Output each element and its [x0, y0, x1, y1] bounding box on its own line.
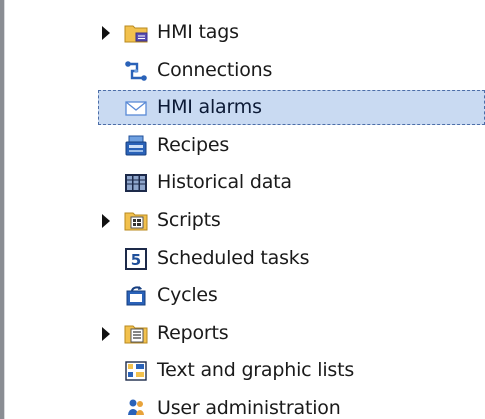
- tree-item-hmi-alarms[interactable]: HMI alarms: [0, 89, 485, 127]
- envelope-icon: [123, 96, 149, 120]
- tree-item-label: Recipes: [157, 133, 230, 156]
- recipes-icon: [123, 134, 149, 158]
- tree-item-label: HMI tags: [157, 21, 239, 43]
- hmi-tags-folder-icon: [123, 21, 149, 45]
- connections-icon: [123, 59, 149, 83]
- project-tree-panel: HMI tags Connections HMI alarms Recipes …: [0, 0, 485, 419]
- tree-item-label: Reports: [157, 321, 229, 344]
- tree-item-user-administration[interactable]: User administration: [0, 390, 485, 419]
- tree-item-label: Scheduled tasks: [157, 246, 310, 269]
- tree-item-scheduled-tasks[interactable]: 5 Scheduled tasks: [0, 240, 485, 278]
- scripts-folder-icon: [123, 209, 149, 233]
- tree-item-label: User administration: [157, 396, 341, 419]
- reports-folder-icon: [123, 322, 149, 346]
- tree-item-hmi-tags[interactable]: HMI tags: [0, 14, 485, 52]
- tree-item-label: Connections: [157, 58, 273, 81]
- tree-item-label: HMI alarms: [157, 96, 262, 119]
- cycles-icon: [123, 284, 149, 308]
- tree-item-cycles[interactable]: Cycles: [0, 277, 485, 315]
- tree-item-reports[interactable]: Reports: [0, 315, 485, 353]
- expand-arrow-icon[interactable]: [102, 326, 110, 341]
- user-administration-icon: [123, 397, 149, 419]
- tree-item-historical-data[interactable]: Historical data: [0, 164, 485, 202]
- tree-item-label: Historical data: [157, 171, 292, 194]
- tree-item-connections[interactable]: Connections: [0, 52, 485, 90]
- tree-item-label: Text and graphic lists: [157, 359, 355, 382]
- tree-item-scripts[interactable]: Scripts: [0, 202, 485, 240]
- project-tree: HMI tags Connections HMI alarms Recipes …: [0, 14, 485, 419]
- expand-arrow-icon[interactable]: [102, 26, 110, 40]
- tree-item-recipes[interactable]: Recipes: [0, 127, 485, 165]
- tree-item-label: Scripts: [157, 208, 221, 231]
- tree-item-label: Cycles: [157, 284, 218, 307]
- expand-arrow-icon[interactable]: [102, 213, 110, 228]
- scheduled-tasks-icon: 5: [123, 247, 149, 271]
- historical-data-icon: [123, 171, 149, 195]
- tree-item-text-graphic-lists[interactable]: Text and graphic lists: [0, 352, 485, 390]
- text-graphic-lists-icon: [123, 359, 149, 383]
- svg-text:5: 5: [131, 251, 141, 269]
